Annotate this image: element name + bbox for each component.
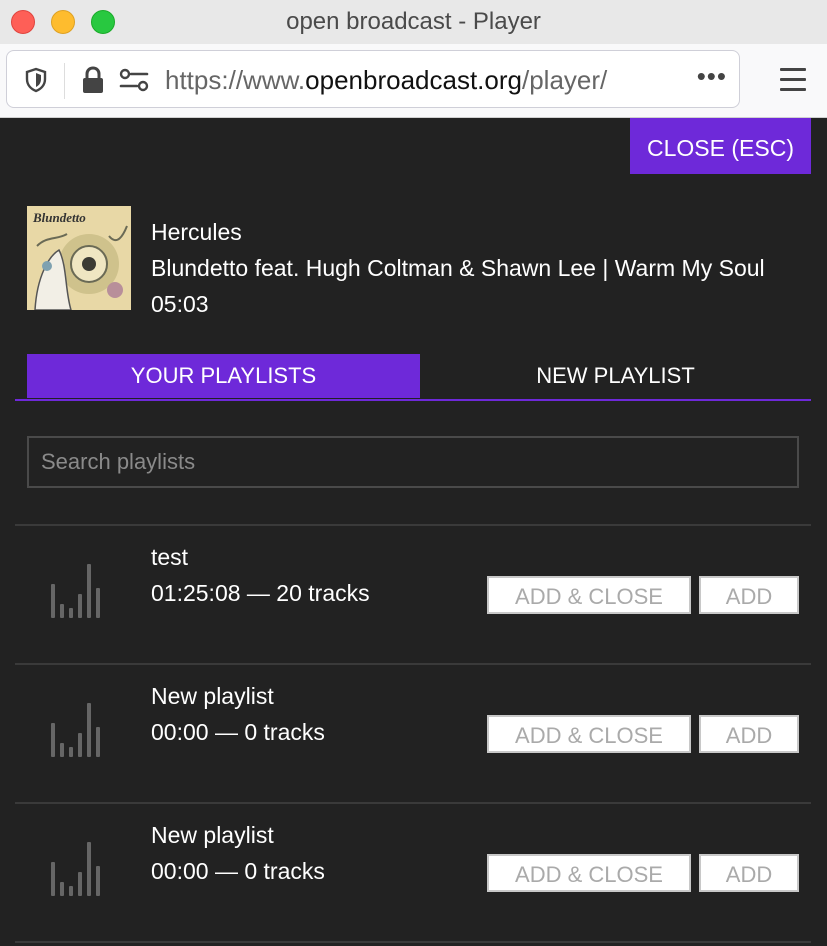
- playlist-bars-icon: [51, 703, 100, 757]
- list-item: New playlist 00:00 — 0 tracks ADD & CLOS…: [15, 663, 811, 804]
- url-separator: [64, 63, 65, 99]
- track-artist-release: Blundetto feat. Hugh Coltman & Shawn Lee…: [151, 255, 765, 281]
- add-button[interactable]: ADD: [699, 854, 799, 892]
- playlist-meta: 00:00 — 0 tracks: [151, 719, 325, 745]
- playlist-bars-icon: [51, 842, 100, 896]
- list-item: test 01:25:08 — 20 tracks ADD & CLOSE AD…: [15, 524, 811, 665]
- hamburger-menu-icon[interactable]: [780, 68, 806, 98]
- add-and-close-button[interactable]: ADD & CLOSE: [487, 715, 691, 753]
- track-duration: 05:03: [151, 291, 209, 317]
- window-title: open broadcast - Player: [286, 8, 541, 35]
- album-cover-art: Blundetto: [27, 206, 131, 310]
- tab-your-playlists[interactable]: YOUR PLAYLISTS: [27, 354, 420, 398]
- url-prefix: https://www.: [165, 65, 306, 95]
- url-bar[interactable]: https://www.openbroadcast.org/player/ ••…: [6, 50, 740, 108]
- lock-icon[interactable]: [80, 65, 106, 95]
- shield-icon[interactable]: [24, 67, 48, 93]
- album-cover: Blundetto: [27, 206, 131, 310]
- cover-logo-text: Blundetto: [32, 210, 86, 225]
- url-domain: openbroadcast.org: [305, 65, 522, 95]
- playlist-name: New playlist: [151, 822, 274, 848]
- list-item: New playlist 00:00 — 0 tracks ADD & CLOS…: [15, 802, 811, 943]
- player-panel: CLOSE (ESC) Blundetto Hercules Blundetto…: [0, 118, 827, 944]
- url-path: /player/: [521, 65, 608, 95]
- track-info: Hercules Blundetto feat. Hugh Coltman & …: [151, 214, 765, 322]
- track-title: Hercules: [151, 219, 242, 245]
- add-button[interactable]: ADD: [699, 715, 799, 753]
- permissions-icon[interactable]: [118, 67, 150, 93]
- window-titlebar: open broadcast - Player: [0, 0, 827, 44]
- tab-new-playlist[interactable]: NEW PLAYLIST: [420, 354, 811, 398]
- search-playlists-input[interactable]: [27, 436, 799, 488]
- close-button[interactable]: CLOSE (ESC): [630, 118, 811, 174]
- url-text[interactable]: https://www.openbroadcast.org/player/: [165, 65, 607, 96]
- add-and-close-button[interactable]: ADD & CLOSE: [487, 576, 691, 614]
- playlist-meta: 00:00 — 0 tracks: [151, 858, 325, 884]
- playlist-name: New playlist: [151, 683, 274, 709]
- playlist-name: test: [151, 544, 189, 570]
- playlist-bars-icon: [51, 564, 100, 618]
- browser-toolbar: https://www.openbroadcast.org/player/ ••…: [0, 44, 827, 118]
- playlist-meta: 01:25:08 — 20 tracks: [151, 580, 370, 606]
- page-actions-menu-icon[interactable]: •••: [697, 61, 727, 92]
- playlist-tabs: YOUR PLAYLISTS NEW PLAYLIST: [15, 354, 811, 401]
- add-button[interactable]: ADD: [699, 576, 799, 614]
- add-and-close-button[interactable]: ADD & CLOSE: [487, 854, 691, 892]
